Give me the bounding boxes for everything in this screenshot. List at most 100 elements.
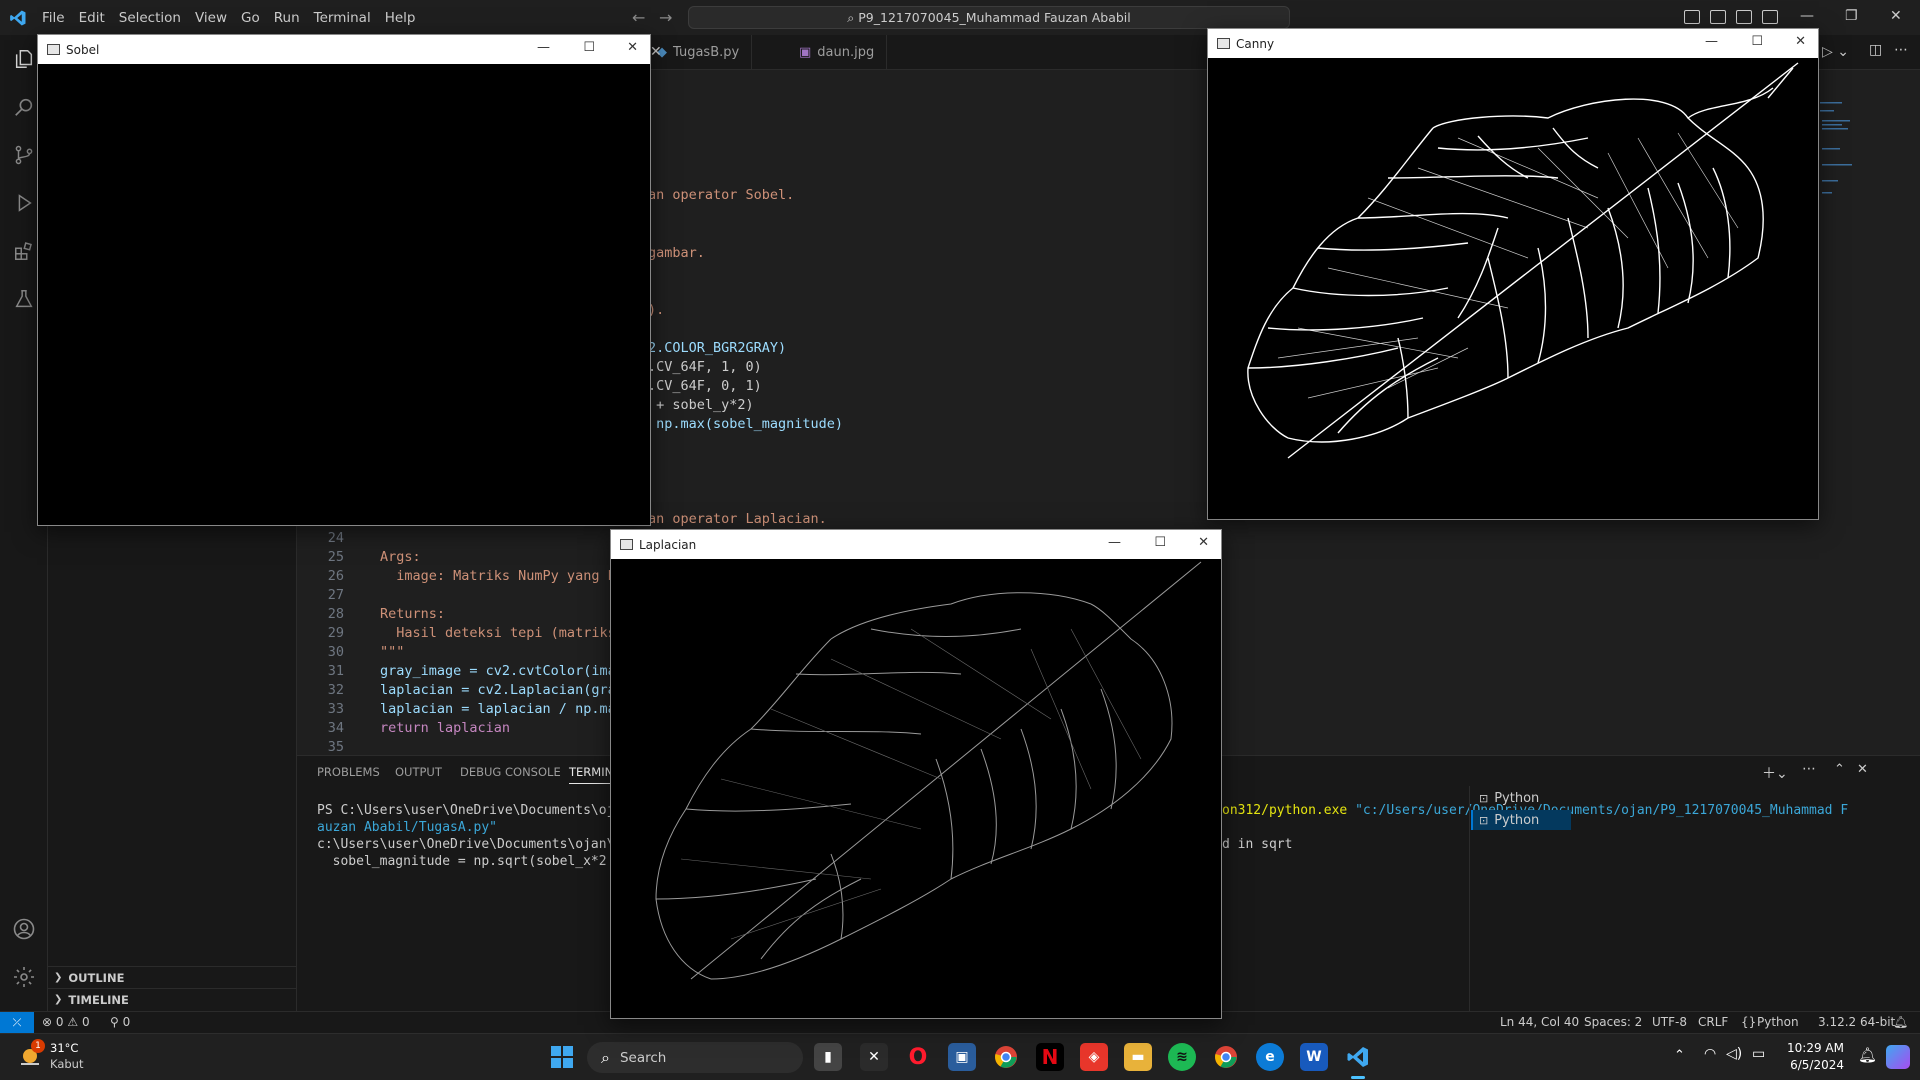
canny-titlebar[interactable]: Canny — ☐ ✕ <box>1208 29 1818 58</box>
back-arrow-icon[interactable]: ← <box>632 8 645 27</box>
taskbar-search[interactable]: ⌕ Search <box>587 1042 803 1073</box>
customize-layout-icon[interactable] <box>1762 10 1778 24</box>
settings-gear-icon[interactable] <box>10 963 38 991</box>
tab-output[interactable]: OUTPUT <box>395 765 442 779</box>
menu-edit[interactable]: Edit <box>72 10 112 26</box>
minimap[interactable] <box>1818 100 1858 210</box>
close-tab-icon[interactable]: ✕ <box>650 44 662 60</box>
tab-problems[interactable]: PROBLEMS <box>317 765 380 779</box>
copilot-icon[interactable] <box>1886 1045 1910 1069</box>
maximize-icon[interactable]: ☐ <box>1154 535 1166 550</box>
close-icon[interactable]: ✕ <box>1795 34 1806 49</box>
maximize-icon[interactable]: ☐ <box>1751 34 1763 49</box>
encoding[interactable]: UTF-8 <box>1652 1015 1687 1029</box>
ports-indicator[interactable]: ⚲ 0 <box>110 1015 130 1029</box>
menu-file[interactable]: File <box>35 10 72 26</box>
menu-help[interactable]: Help <box>378 10 423 26</box>
chevron-right-icon: ❯ <box>54 994 63 1005</box>
laplacian-titlebar[interactable]: Laplacian — ☐ ✕ <box>611 530 1221 559</box>
minimize-icon[interactable]: — <box>537 40 550 55</box>
vscode-taskbar-icon[interactable] <box>1344 1043 1372 1071</box>
toggle-sidebar-icon[interactable] <box>1684 10 1700 24</box>
indentation[interactable]: Spaces: 2 <box>1584 1015 1642 1029</box>
wifi-icon[interactable]: ◠ <box>1704 1046 1716 1062</box>
capcut-icon[interactable]: ✕ <box>860 1043 888 1071</box>
toggle-panel-icon[interactable] <box>1710 10 1726 24</box>
cursor-position[interactable]: Ln 44, Col 40 <box>1500 1015 1579 1029</box>
laplacian-window[interactable]: Laplacian — ☐ ✕ <box>610 529 1222 1019</box>
minimize-icon[interactable]: — <box>1705 34 1718 49</box>
run-debug-icon[interactable] <box>10 189 38 217</box>
menu-selection[interactable]: Selection <box>112 10 188 26</box>
close-panel-icon[interactable]: ✕ <box>1857 762 1868 777</box>
close-icon[interactable]: ✕ <box>1890 8 1902 24</box>
close-icon[interactable]: ✕ <box>627 40 638 55</box>
word-icon[interactable]: W <box>1300 1043 1328 1071</box>
code-fragment: gambar. <box>648 245 705 261</box>
netflix-icon[interactable]: N <box>1036 1043 1064 1071</box>
clock-date[interactable]: 6/5/2024 <box>1780 1058 1844 1072</box>
show-hidden-icons-icon[interactable]: ⌃ <box>1674 1048 1685 1063</box>
command-center-search[interactable]: ⌕ P9_1217070045_Muhammad Fauzan Ababil <box>688 6 1290 29</box>
chrome-profile-icon[interactable] <box>1212 1043 1240 1071</box>
file-explorer-icon[interactable]: ▬ <box>1124 1043 1152 1071</box>
window-app-icon <box>47 44 60 55</box>
source-control-icon[interactable] <box>10 141 38 169</box>
testing-icon[interactable] <box>10 285 38 313</box>
outline-section[interactable]: ❯ OUTLINE <box>48 966 297 988</box>
new-terminal-icon[interactable]: ＋⌄ <box>1762 763 1788 783</box>
toggle-secondary-sidebar-icon[interactable] <box>1736 10 1752 24</box>
menu-run[interactable]: Run <box>267 10 307 26</box>
code-fragment: .CV_64F, 1, 0) <box>648 359 762 375</box>
tab-daun-jpg[interactable]: ▣ daun.jpg <box>787 35 888 70</box>
canny-window[interactable]: Canny — ☐ ✕ <box>1207 28 1819 520</box>
snipping-tool-icon[interactable]: ▣ <box>948 1043 976 1071</box>
menu-go[interactable]: Go <box>234 10 267 26</box>
language-mode[interactable]: Python <box>1757 1015 1799 1029</box>
line-number: 24 <box>327 530 344 546</box>
opera-icon[interactable]: O <box>904 1043 932 1071</box>
volume-icon[interactable]: ◁) <box>1726 1046 1742 1062</box>
search-icon[interactable] <box>10 93 38 121</box>
clock-time[interactable]: 10:29 AM <box>1780 1041 1844 1055</box>
close-icon[interactable]: ✕ <box>1198 535 1209 550</box>
search-icon: ⌕ <box>601 1047 610 1067</box>
maximize-panel-icon[interactable]: ⌃ <box>1834 762 1845 777</box>
split-editor-icon[interactable]: ◫ <box>1869 42 1882 58</box>
line-ending[interactable]: CRLF <box>1698 1015 1728 1029</box>
menu-view[interactable]: View <box>188 10 234 26</box>
command-center-label: P9_1217070045_Muhammad Fauzan Ababil <box>858 10 1131 25</box>
extensions-icon[interactable] <box>10 237 38 265</box>
restore-icon[interactable]: ❐ <box>1845 8 1858 24</box>
window-app-icon <box>620 539 633 550</box>
task-view-icon[interactable]: ▮ <box>814 1043 842 1071</box>
accounts-icon[interactable] <box>10 915 38 943</box>
problems-indicator[interactable]: ⊗ 0 ⚠ 0 <box>42 1015 90 1029</box>
python-interpreter[interactable]: 3.12.2 64-bit <box>1818 1015 1895 1029</box>
terminal-instance-active[interactable]: ⊡ Python <box>1471 810 1571 830</box>
spotify-icon[interactable]: ≋ <box>1168 1043 1196 1071</box>
forward-arrow-icon[interactable]: → <box>659 8 672 27</box>
notification-icon[interactable]: 🔔︎ <box>1858 1046 1877 1064</box>
terminal-instance[interactable]: ⊡ Python <box>1473 788 1539 808</box>
code-line: laplacian = cv2.Laplacian(gray <box>380 682 624 698</box>
sobel-window[interactable]: Sobel — ☐ ✕ <box>37 34 651 526</box>
start-button-icon[interactable] <box>551 1046 573 1068</box>
maximize-icon[interactable]: ☐ <box>583 40 595 55</box>
run-python-file-icon[interactable]: ▷ ⌄ <box>1822 44 1849 60</box>
more-actions-icon[interactable]: ⋯ <box>1802 761 1816 777</box>
remote-indicator-icon[interactable]: ⤫ <box>0 1012 34 1033</box>
minimize-icon[interactable]: — <box>1108 535 1121 550</box>
battery-icon[interactable]: ▭ <box>1752 1046 1765 1062</box>
timeline-section[interactable]: ❯ TIMELINE <box>48 988 297 1010</box>
anydesk-icon[interactable]: ◈ <box>1080 1043 1108 1071</box>
more-actions-icon[interactable]: ⋯ <box>1894 42 1908 58</box>
menu-terminal[interactable]: Terminal <box>307 10 378 26</box>
explorer-icon[interactable] <box>10 45 38 73</box>
chrome-icon[interactable] <box>992 1043 1020 1071</box>
sobel-titlebar[interactable]: Sobel — ☐ ✕ <box>38 35 650 64</box>
minimize-icon[interactable]: — <box>1800 8 1814 24</box>
edge-icon[interactable]: e <box>1256 1043 1284 1071</box>
tab-debug-console[interactable]: DEBUG CONSOLE <box>460 765 561 779</box>
notifications-bell-icon[interactable]: 🔔︎ <box>1893 1015 1908 1029</box>
